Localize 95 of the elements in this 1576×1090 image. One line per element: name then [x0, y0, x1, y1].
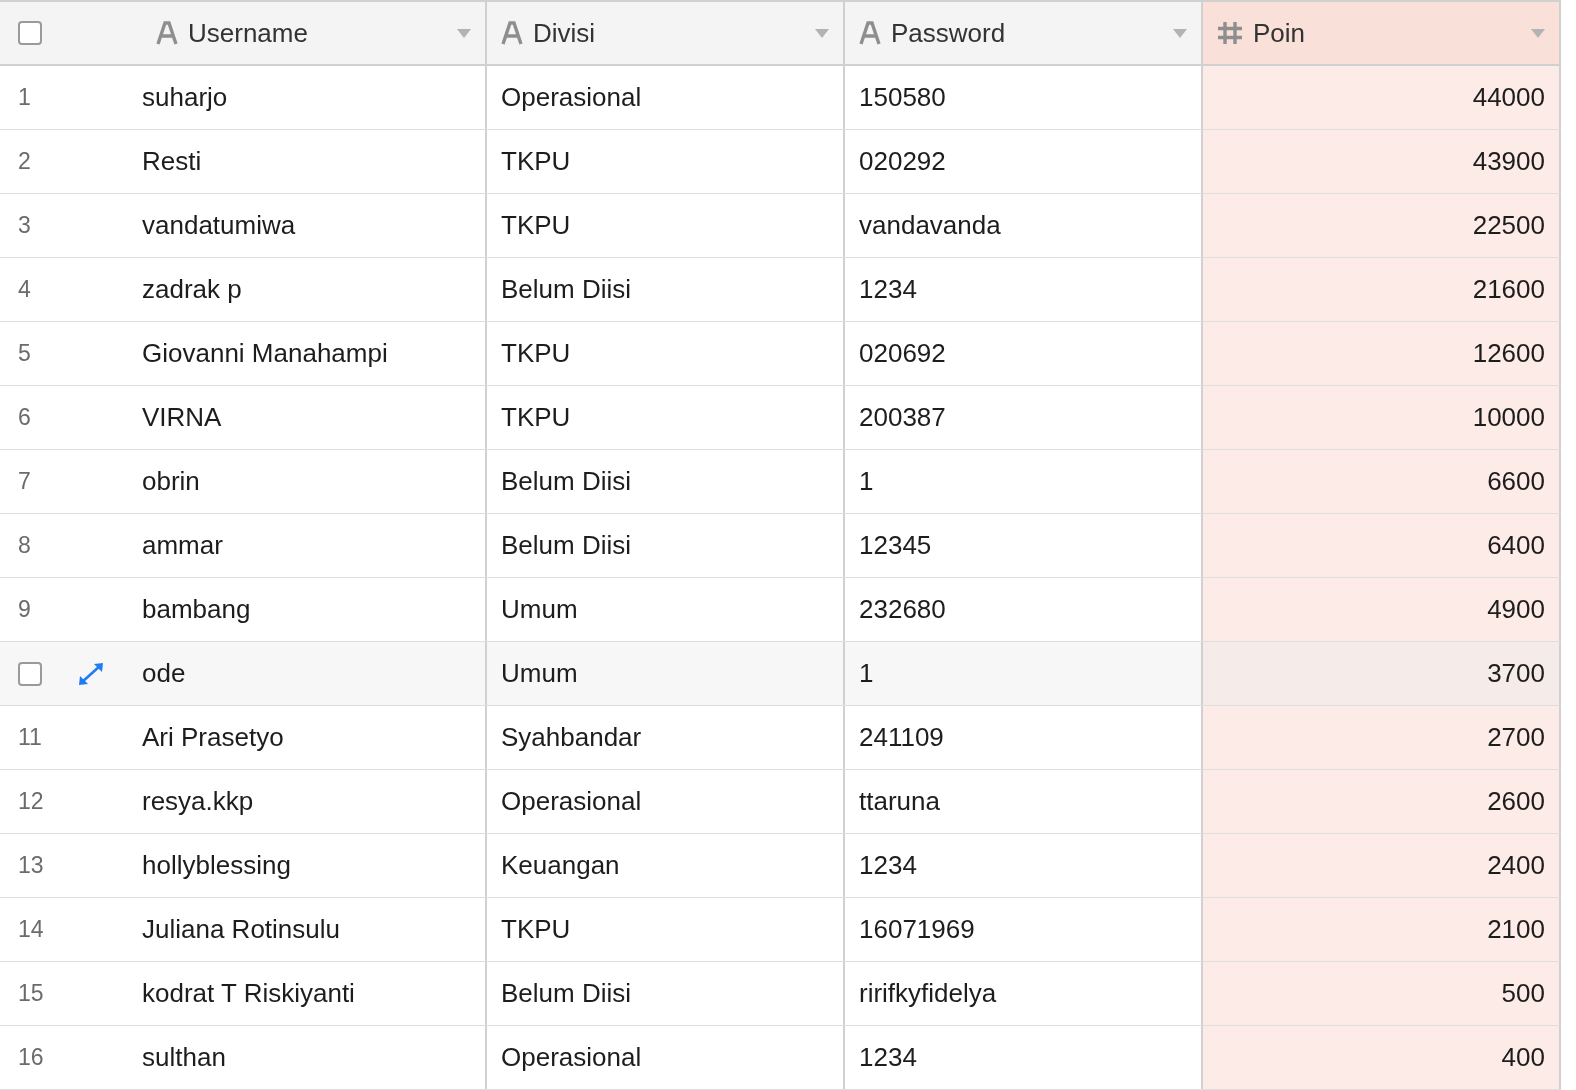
table-cell: 3700 — [1203, 642, 1561, 705]
row-number: 16 — [18, 1044, 44, 1071]
table-cell: TKPU — [487, 322, 845, 385]
dropdown-caret-icon[interactable] — [1531, 28, 1545, 38]
table-cell: ammar — [142, 514, 487, 577]
row-number: 4 — [18, 276, 31, 303]
table-cell: Resti — [142, 130, 487, 193]
row-number: 2 — [18, 148, 31, 175]
table-row[interactable]: 7 obrin Belum Diisi 1 6600 — [0, 450, 1561, 514]
table-row[interactable]: 5 Giovanni Manahampi TKPU 020692 12600 — [0, 322, 1561, 386]
column-label: Poin — [1253, 17, 1307, 49]
table-row[interactable]: 9 bambang Umum 232680 4900 — [0, 578, 1561, 642]
row-number: 8 — [18, 532, 31, 559]
column-header[interactable]: Username — [0, 2, 487, 64]
table-cell: Operasional — [487, 66, 845, 129]
table-cell: TKPU — [487, 130, 845, 193]
text-field-icon — [156, 21, 178, 45]
column-header[interactable]: Poin — [1203, 2, 1561, 64]
table-cell: 500 — [1203, 962, 1561, 1025]
table-cell: sulthan — [142, 1026, 487, 1089]
table-cell: Syahbandar — [487, 706, 845, 769]
table-cell: Giovanni Manahampi — [142, 322, 487, 385]
table-cell: 21600 — [1203, 258, 1561, 321]
table-cell: Belum Diisi — [487, 514, 845, 577]
expand-icon[interactable] — [78, 661, 104, 686]
table-row[interactable]: 15 kodrat T Riskiyanti Belum Diisi ririfkyfidelya 500 — [0, 962, 1561, 1026]
dropdown-caret-icon[interactable] — [1173, 28, 1187, 38]
table-cell: 43900 — [1203, 130, 1561, 193]
row-number: 11 — [18, 724, 42, 751]
dropdown-caret-icon[interactable] — [457, 28, 471, 38]
table-cell: 12600 — [1203, 322, 1561, 385]
column-header[interactable]: Divisi — [487, 2, 845, 64]
column-label: Password — [891, 17, 1007, 49]
table-cell: TKPU — [487, 898, 845, 961]
table-row[interactable]: 13 hollyblessing Keuangan 1234 2400 — [0, 834, 1561, 898]
table-cell: 2100 — [1203, 898, 1561, 961]
row-number: 9 — [18, 596, 31, 623]
table-cell: TKPU — [487, 386, 845, 449]
row-number: 15 — [18, 980, 44, 1007]
checkbox[interactable] — [18, 661, 42, 686]
table-cell: Belum Diisi — [487, 962, 845, 1025]
text-field-icon — [859, 21, 881, 45]
checkbox[interactable] — [18, 21, 42, 45]
table-row[interactable]: 16 sulthan Operasional 1234 400 — [0, 1026, 1561, 1090]
row-number: 6 — [18, 404, 31, 431]
table-cell: hollyblessing — [142, 834, 487, 897]
table-cell: Umum — [487, 642, 845, 705]
table-cell: kodrat T Riskiyanti — [142, 962, 487, 1025]
table-row[interactable]: 3 vandatumiwa TKPU vandavanda 22500 — [0, 194, 1561, 258]
table-cell: 2400 — [1203, 834, 1561, 897]
table-cell: ode — [142, 642, 487, 705]
table-cell: 4900 — [1203, 578, 1561, 641]
table-row[interactable]: 1 suharjo Operasional 150580 44000 — [0, 66, 1561, 130]
table-row[interactable]: 14 Juliana Rotinsulu TKPU 16071969 2100 — [0, 898, 1561, 962]
table-cell: resya.kkp — [142, 770, 487, 833]
table-cell: Keuangan — [487, 834, 845, 897]
row-number: 14 — [18, 916, 44, 943]
table-cell: 44000 — [1203, 66, 1561, 129]
table-cell: 2600 — [1203, 770, 1561, 833]
row-number: 13 — [18, 852, 44, 879]
table-cell: vandatumiwa — [142, 194, 487, 257]
column-label: Username — [188, 17, 309, 49]
hash-icon — [1217, 21, 1243, 45]
text-field-icon — [501, 21, 523, 45]
row-number: 3 — [18, 212, 31, 239]
table-cell: TKPU — [487, 194, 845, 257]
table-cell: Juliana Rotinsulu — [142, 898, 487, 961]
table-row[interactable]: 11 Ari Prasetyo Syahbandar 241109 2700 — [0, 706, 1561, 770]
row-number: 1 — [18, 84, 31, 111]
table-cell: Operasional — [487, 1026, 845, 1089]
table-cell: zadrak p — [142, 258, 487, 321]
table-cell: Belum Diisi — [487, 450, 845, 513]
table-cell: 2700 — [1203, 706, 1561, 769]
table-cell: VIRNA — [142, 386, 487, 449]
table-row[interactable]: 12 resya.kkp Operasional ttaruna 2600 — [0, 770, 1561, 834]
table-cell: 10000 — [1203, 386, 1561, 449]
table-cell: Operasional — [487, 770, 845, 833]
row-number: 12 — [18, 788, 44, 815]
table-cell: 400 — [1203, 1026, 1561, 1089]
table-cell: suharjo — [142, 66, 487, 129]
table-cell: obrin — [142, 450, 487, 513]
column-label: Divisi — [533, 17, 597, 49]
table-cell: 6600 — [1203, 450, 1561, 513]
table-cell: Belum Diisi — [487, 258, 845, 321]
table-row[interactable]: 8 ammar Belum Diisi 12345 6400 — [0, 514, 1561, 578]
table-cell: Ari Prasetyo — [142, 706, 487, 769]
table-row[interactable]: 2 Resti TKPU 020292 43900 — [0, 130, 1561, 194]
dropdown-caret-icon[interactable] — [815, 28, 829, 38]
table-cell: 22500 — [1203, 194, 1561, 257]
row-number: 5 — [18, 340, 31, 367]
table-cell: 6400 — [1203, 514, 1561, 577]
table-row[interactable]: ode Umum 1 3700 — [0, 642, 1561, 706]
table-row[interactable]: 4 zadrak p Belum Diisi 1234 21600 — [0, 258, 1561, 322]
table-row[interactable]: 6 VIRNA TKPU 200387 10000 — [0, 386, 1561, 450]
row-number: 7 — [18, 468, 31, 495]
